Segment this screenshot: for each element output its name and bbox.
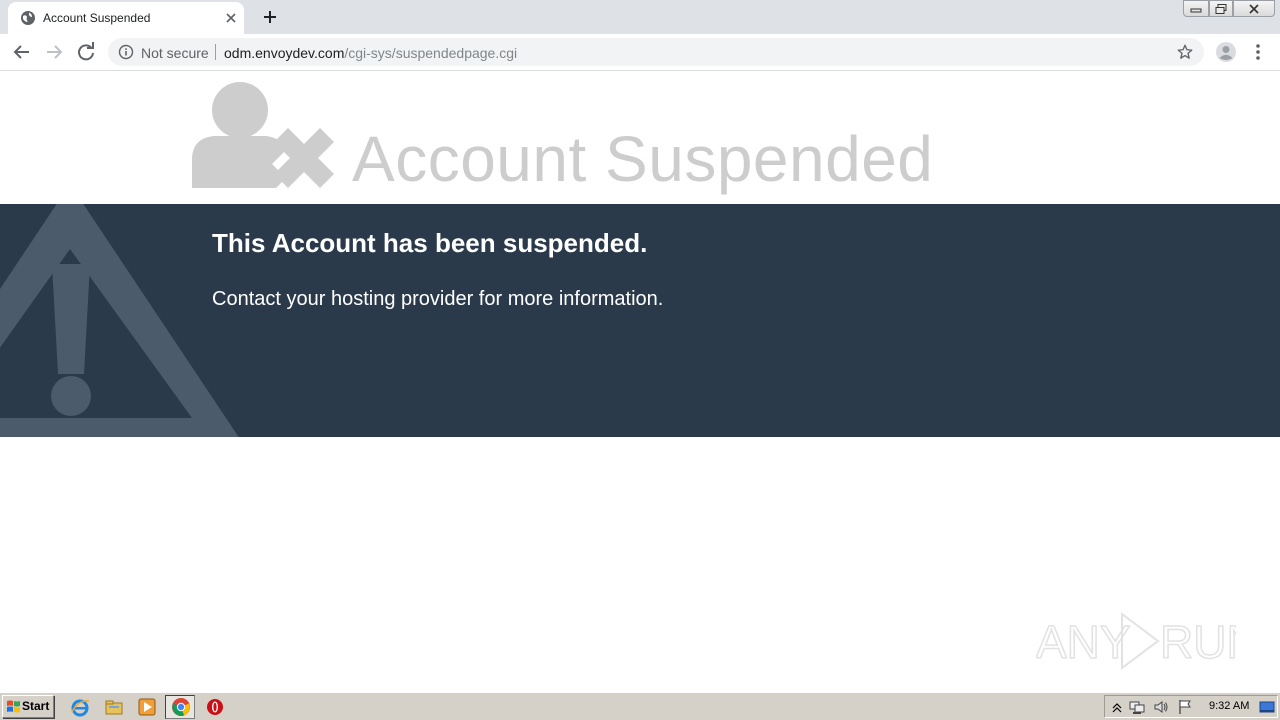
volume-icon[interactable]	[1153, 699, 1169, 715]
info-icon[interactable]	[118, 44, 134, 60]
opera-icon[interactable]	[205, 697, 225, 717]
banner-heading: This Account has been suspended.	[212, 228, 648, 258]
minimize-icon	[1190, 8, 1202, 12]
system-tray: 9:32 AM	[1104, 695, 1278, 718]
restore-icon	[1215, 3, 1227, 14]
profile-icon[interactable]	[1214, 40, 1238, 64]
plus-icon[interactable]	[258, 6, 282, 28]
tab-account-suspended[interactable]: Account Suspended	[8, 2, 244, 34]
tab-strip: Account Suspended	[0, 0, 1280, 34]
taskbar-chrome-button[interactable]	[165, 695, 195, 719]
omnibox-divider	[215, 44, 216, 60]
suspension-banner: This Account has been suspended. Contact…	[0, 204, 1280, 437]
menu-icon[interactable]	[1248, 40, 1268, 64]
window-close-button[interactable]	[1233, 0, 1275, 17]
start-button[interactable]: Start	[2, 695, 54, 718]
url-path: /cgi-sys/suspendedpage.cgi	[344, 45, 518, 61]
page-content: Account Suspended This Account has been …	[0, 72, 1280, 692]
taskbar: Start 9:32 AM	[0, 692, 1280, 720]
windows-logo-icon	[7, 700, 20, 713]
back-icon[interactable]	[10, 40, 34, 64]
media-player-icon[interactable]	[137, 697, 157, 717]
explorer-icon[interactable]	[104, 697, 124, 717]
security-label[interactable]: Not secure	[141, 45, 209, 61]
user-blocked-icon	[192, 82, 334, 188]
address-bar[interactable]: Not secure odm.envoydev.com/cgi-sys/susp…	[108, 38, 1204, 66]
url-text[interactable]: odm.envoydev.com/cgi-sys/suspendedpage.c…	[224, 45, 517, 61]
ie-icon[interactable]	[70, 697, 90, 717]
page-title: Account Suspended	[352, 123, 934, 195]
start-label: Start	[22, 699, 50, 713]
star-icon[interactable]	[1176, 43, 1194, 61]
show-hidden-icons-icon[interactable]	[1109, 699, 1125, 715]
minimize-button[interactable]	[1183, 0, 1209, 17]
banner-message: Contact your hosting provider for more i…	[212, 288, 664, 310]
close-icon[interactable]	[222, 9, 240, 27]
network-icon[interactable]	[1129, 699, 1145, 715]
close-icon	[1249, 3, 1259, 14]
anyrun-watermark: ANY RUN	[1036, 612, 1236, 670]
watermark-text-right: RUN	[1160, 616, 1236, 668]
browser-toolbar: Not secure odm.envoydev.com/cgi-sys/susp…	[0, 34, 1280, 71]
reload-icon[interactable]	[74, 40, 98, 64]
tab-title: Account Suspended	[43, 11, 151, 25]
show-desktop-icon[interactable]	[1259, 699, 1275, 715]
restore-button[interactable]	[1209, 0, 1233, 17]
globe-icon	[21, 11, 35, 25]
chrome-icon	[172, 698, 190, 716]
clock[interactable]: 9:32 AM	[1209, 700, 1249, 712]
url-host: odm.envoydev.com	[224, 45, 345, 61]
watermark-text-left: ANY	[1036, 616, 1131, 668]
action-center-flag-icon[interactable]	[1177, 699, 1193, 715]
forward-icon[interactable]	[42, 40, 66, 64]
